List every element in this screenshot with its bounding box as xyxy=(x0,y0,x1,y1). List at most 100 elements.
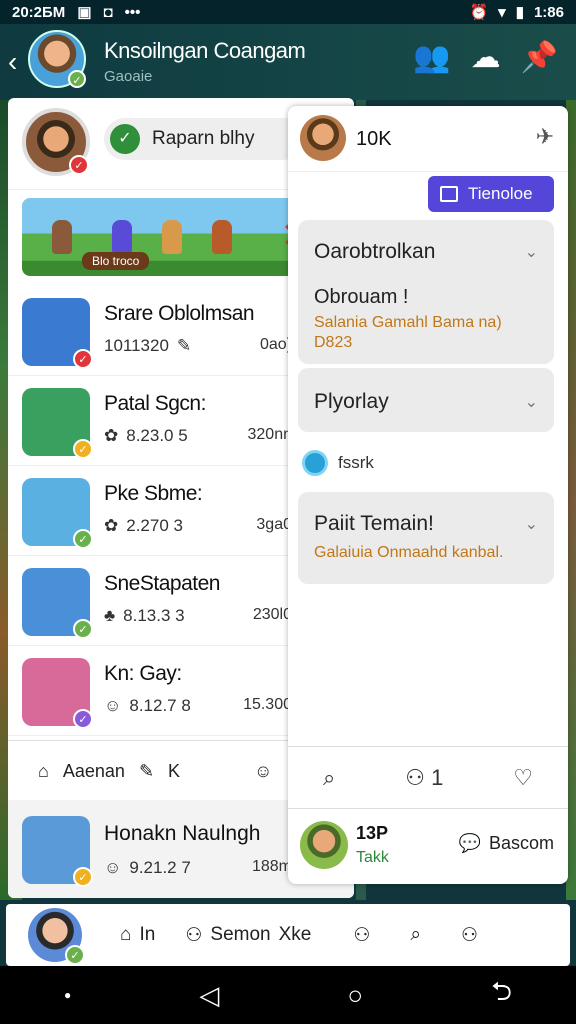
nav-label: Xke xyxy=(278,924,312,945)
accordion-section[interactable]: Oarobtrolkan ⌄ Obrouam ! Salania Gamahl … xyxy=(298,220,554,364)
contact-meta: 1011320 ✎ xyxy=(104,336,191,356)
contact-meta2: 188m xyxy=(251,858,292,875)
pin-icon[interactable]: 📌 xyxy=(521,40,558,75)
avatar: ✓ xyxy=(22,478,93,549)
pen-icon: ✎ xyxy=(138,761,155,781)
check-icon: ✓ xyxy=(65,945,85,965)
app-icon: ◘ xyxy=(103,3,113,21)
chevron-down-icon[interactable]: ⌄ xyxy=(525,514,538,534)
action-count: K xyxy=(168,761,181,781)
nav-label: In xyxy=(139,924,156,945)
app-bar: ‹ ✓ Knsoilngan Coangam Gaoaie 👥 ☁ 📌 xyxy=(0,24,576,100)
status-bar: 20:2ƂM ▣ ◘ ••• ⏰ ▾ ▮ 1:86 xyxy=(0,0,576,24)
nav-item-search[interactable]: ⚇ Semon Xke xyxy=(185,924,311,947)
section-detail: Galaiuia Onmaahd kanbal. xyxy=(314,544,504,561)
mushroom-icon: ♣ xyxy=(104,606,116,625)
accordion-section[interactable]: Plyorlay ⌄ xyxy=(298,368,554,432)
section-detail: Salania Gamahl Bama na) xyxy=(314,314,502,331)
meta-value: 2.270 3 xyxy=(126,516,183,535)
system-nav: ● ◁ ○ ⮌ xyxy=(0,966,576,1024)
contact-meta: ✿ 2.270 3 xyxy=(104,516,183,536)
back-nav-icon[interactable]: ◁ xyxy=(199,980,219,1011)
take-label[interactable]: Takk xyxy=(356,849,389,867)
back-icon[interactable]: ‹ xyxy=(8,46,17,78)
face-icon[interactable]: ☺ xyxy=(254,761,272,782)
meta-value: 1011320 xyxy=(104,336,169,355)
contact-name: Honakn Naulngh xyxy=(104,822,261,845)
score: 13P xyxy=(356,823,389,843)
check-icon: ✓ xyxy=(73,619,93,639)
flower-icon: ✿ xyxy=(104,516,119,535)
time: 1:86 xyxy=(533,3,564,21)
cloud-icon[interactable]: ☁ xyxy=(471,40,501,75)
search-input[interactable]: ✓ Raparn blhy xyxy=(104,118,304,160)
character-figure xyxy=(112,220,132,254)
contact-meta2: 3ga0 xyxy=(256,516,292,533)
contact-name: SneStapaten xyxy=(104,572,220,595)
panel-footer: 13P Takk 💬 Bascom xyxy=(288,808,568,884)
contact-meta: ☺ 9.21.2 7 xyxy=(104,858,191,878)
friends-icon[interactable]: 👥 xyxy=(413,40,450,75)
game-banner[interactable]: ✕ Blo troco xyxy=(22,198,322,276)
flower-icon: ✿ xyxy=(104,426,119,445)
avatar: ✓ xyxy=(22,816,93,887)
action-count: 1 xyxy=(431,764,444,790)
avatar[interactable]: ✓ xyxy=(22,108,90,176)
section-heading: Obrouam ! xyxy=(314,286,409,308)
person-icon[interactable]: ⚇ xyxy=(353,924,370,947)
person-icon: ⚇ xyxy=(185,924,203,946)
profile-icon[interactable]: ⚇ xyxy=(461,924,478,947)
theme-button[interactable]: Tienoloe xyxy=(428,176,554,212)
nav-item-home[interactable]: ⌂ In xyxy=(120,924,155,946)
search-icon[interactable]: ⌕ xyxy=(410,924,421,946)
window-icon xyxy=(440,186,458,202)
accordion-section[interactable]: Paiit Temain! ⌄ Galaiuia Onmaahd kanbal. xyxy=(298,492,554,584)
dots-icon: ••• xyxy=(124,3,141,21)
face-icon: ☺ xyxy=(104,858,122,877)
check-icon: ✓ xyxy=(69,155,89,175)
inline-tag[interactable]: fssrk xyxy=(302,450,374,476)
contact-meta2: 230l0 xyxy=(252,606,292,623)
check-icon: ✓ xyxy=(73,529,93,549)
check-icon: ✓ xyxy=(68,70,86,88)
discuss-button[interactable]: 💬 Bascom xyxy=(459,833,554,854)
contact-meta: ♣ 8.13.3 3 xyxy=(104,606,185,626)
avatar[interactable]: ✓ xyxy=(28,30,86,88)
home-icon: ⌂ xyxy=(120,924,132,945)
pin-icon[interactable]: ✈ xyxy=(536,124,554,150)
chevron-down-icon[interactable]: ⌄ xyxy=(525,392,538,412)
nav-label: Semon xyxy=(210,924,271,945)
check-icon: ✓ xyxy=(73,439,93,459)
chat-icon: 💬 xyxy=(458,833,481,853)
contact-name: Srare Oblolmsan xyxy=(104,302,255,325)
shop-icon[interactable]: ⌂ xyxy=(38,761,49,782)
app-icon: ▣ xyxy=(77,4,92,21)
avatar[interactable] xyxy=(300,115,346,161)
contact-meta: ☺ 8.12.7 8 xyxy=(104,696,191,716)
avatar: ✓ xyxy=(22,388,93,459)
avatar: ✓ xyxy=(22,568,93,639)
avatar[interactable]: ✓ xyxy=(28,908,85,965)
tag-label: fssrk xyxy=(338,453,374,472)
discuss-label: Bascom xyxy=(488,833,554,853)
meta-value: 8.13.3 3 xyxy=(123,606,185,625)
search-icon[interactable]: ⌕ xyxy=(323,765,335,791)
globe-icon xyxy=(302,450,328,476)
banner-label: Blo troco xyxy=(82,252,150,270)
check-icon: ✓ xyxy=(73,709,93,729)
action-label[interactable]: Aaenan xyxy=(63,761,125,782)
chevron-down-icon[interactable]: ⌄ xyxy=(525,242,538,262)
bottom-nav: ✓ ⌂ In ⚇ Semon Xke ⚇ ⌕ ⚇ xyxy=(6,904,570,966)
home-nav-icon[interactable]: ○ xyxy=(347,980,363,1011)
check-icon: ✓ xyxy=(73,349,93,369)
follower-count: 10K xyxy=(356,128,392,150)
heart-icon[interactable]: ♡ xyxy=(513,765,533,791)
contact-meta2: 320nn xyxy=(247,426,293,443)
section-title: Plyorlay xyxy=(314,390,389,413)
contact-name: Pke Sbme: xyxy=(104,482,203,505)
person-icon[interactable]: ⚇ 1 xyxy=(405,765,443,791)
face-icon: ☺ xyxy=(104,696,122,715)
recents-icon[interactable]: ⮌ xyxy=(491,973,512,1017)
avatar[interactable] xyxy=(300,821,348,869)
wifi-icon: ▾ xyxy=(498,4,506,21)
